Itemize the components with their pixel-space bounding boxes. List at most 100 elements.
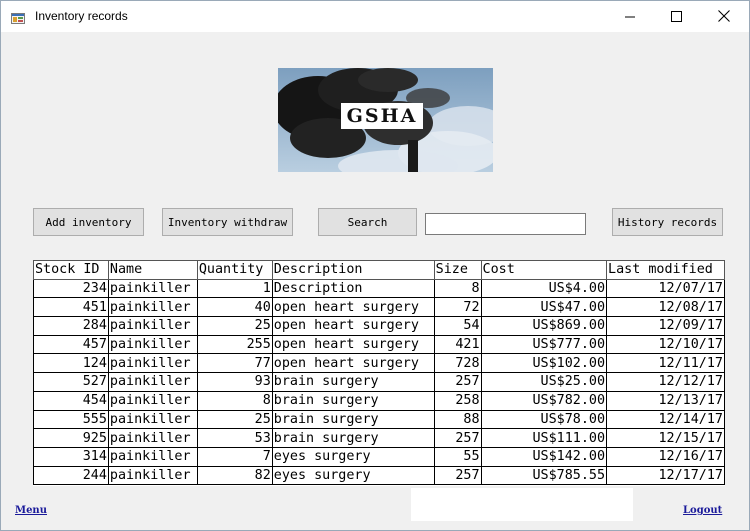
cell-stock-id[interactable]: 925 [33,428,109,448]
cell-name[interactable]: painkiller [107,316,198,336]
cell-description[interactable]: open heart surgery [271,353,435,374]
column-header-quantity[interactable]: Quantity [196,260,273,280]
cell-name[interactable]: painkiller [107,353,198,374]
cell-cost[interactable]: US$78.00 [480,409,608,430]
cell-stock-id[interactable]: 451 [33,297,109,318]
cell-name[interactable]: painkiller [107,334,198,355]
cell-cost[interactable]: US$111.00 [480,428,608,448]
history-records-button[interactable]: History records [612,208,723,236]
logout-link[interactable]: Logout [683,505,722,516]
table-row[interactable]: 244 painkiller 82 eyes surgery 257 US$785.55 1… [33,465,725,486]
column-header-last-modified[interactable]: Last modified [606,260,725,280]
cell-last-modified[interactable]: 12/07/17 [606,278,725,299]
close-button[interactable] [701,1,747,32]
cell-stock-id[interactable]: 234 [33,278,109,299]
cell-size[interactable]: 257 [433,372,482,392]
cell-cost[interactable]: US$869.00 [480,316,608,336]
cell-cost[interactable]: US$102.00 [480,353,608,374]
cell-last-modified[interactable]: 12/08/17 [606,297,725,318]
cell-description[interactable]: open heart surgery [271,316,435,336]
cell-size[interactable]: 421 [433,334,482,355]
cell-stock-id[interactable]: 555 [33,409,109,430]
cell-name[interactable]: painkiller [107,278,198,299]
cell-name[interactable]: painkiller [107,390,198,411]
cell-quantity[interactable]: 1 [196,278,273,299]
column-header-stock-id[interactable]: Stock ID [33,260,109,280]
cell-description[interactable]: eyes surgery [271,446,435,467]
cell-quantity[interactable]: 93 [196,372,273,392]
table-row[interactable]: 527 painkiller 93 brain surgery 257 US$25.00 1… [33,372,725,392]
column-header-size[interactable]: Size [433,260,482,280]
cell-description[interactable]: open heart surgery [271,334,435,355]
add-inventory-button[interactable]: Add inventory [33,208,144,236]
cell-size[interactable]: 257 [433,465,482,486]
maximize-button[interactable] [653,1,699,32]
cell-cost[interactable]: US$777.00 [480,334,608,355]
table-row[interactable]: 451 painkiller 40 open heart surgery 72 US$47… [33,297,725,318]
cell-stock-id[interactable]: 527 [33,372,109,392]
cell-cost[interactable]: US$142.00 [480,446,608,467]
inventory-withdraw-button[interactable]: Inventory withdraw [162,208,293,236]
cell-name[interactable]: painkiller [107,409,198,430]
cell-description[interactable]: brain surgery [271,428,435,448]
cell-description[interactable]: brain surgery [271,372,435,392]
cell-size[interactable]: 54 [433,316,482,336]
cell-quantity[interactable]: 7 [196,446,273,467]
cell-last-modified[interactable]: 12/17/17 [606,465,725,486]
cell-last-modified[interactable]: 12/11/17 [606,353,725,374]
cell-stock-id[interactable]: 314 [33,446,109,467]
cell-last-modified[interactable]: 12/10/17 [606,334,725,355]
search-input[interactable] [425,213,586,235]
cell-quantity[interactable]: 53 [196,428,273,448]
cell-size[interactable]: 55 [433,446,482,467]
cell-name[interactable]: painkiller [107,465,198,486]
cell-quantity[interactable]: 8 [196,390,273,411]
cell-stock-id[interactable]: 457 [33,334,109,355]
cell-last-modified[interactable]: 12/14/17 [606,409,725,430]
cell-stock-id[interactable]: 124 [33,353,109,374]
cell-cost[interactable]: US$4.00 [480,278,608,299]
cell-quantity[interactable]: 25 [196,409,273,430]
cell-stock-id[interactable]: 454 [33,390,109,411]
cell-size[interactable]: 72 [433,297,482,318]
cell-description[interactable]: brain surgery [271,409,435,430]
table-row[interactable]: 234 painkiller 1 Description 8 US$4.00 12/07/1… [33,278,725,299]
column-header-description[interactable]: Description [271,260,435,280]
cell-name[interactable]: painkiller [107,428,198,448]
cell-last-modified[interactable]: 12/12/17 [606,372,725,392]
inventory-grid[interactable]: Stock ID Name Quantity Description Size Cost L… [33,260,725,486]
cell-size[interactable]: 728 [433,353,482,374]
cell-last-modified[interactable]: 12/16/17 [606,446,725,467]
cell-quantity[interactable]: 25 [196,316,273,336]
cell-name[interactable]: painkiller [107,372,198,392]
cell-description[interactable]: open heart surgery [271,297,435,318]
cell-size[interactable]: 88 [433,409,482,430]
minimize-button[interactable] [607,1,653,32]
cell-quantity[interactable]: 77 [196,353,273,374]
cell-cost[interactable]: US$785.55 [480,465,608,486]
cell-quantity[interactable]: 40 [196,297,273,318]
cell-description[interactable]: brain surgery [271,390,435,411]
cell-name[interactable]: painkiller [107,297,198,318]
table-row[interactable]: 124 painkiller 77 open heart surgery 728 US$1… [33,353,725,374]
cell-last-modified[interactable]: 12/15/17 [606,428,725,448]
column-header-cost[interactable]: Cost [480,260,608,280]
cell-description[interactable]: Description [271,278,435,299]
cell-name[interactable]: painkiller [107,446,198,467]
cell-quantity[interactable]: 82 [196,465,273,486]
table-row[interactable]: 454 painkiller 8 brain surgery 258 US$782.00 1… [33,390,725,411]
cell-stock-id[interactable]: 284 [33,316,109,336]
cell-quantity[interactable]: 255 [196,334,273,355]
cell-description[interactable]: eyes surgery [271,465,435,486]
table-row[interactable]: 457 painkiller 255 open heart surgery 421 US$… [33,334,725,355]
table-row[interactable]: 314 painkiller 7 eyes surgery 55 US$142.00 12/… [33,446,725,467]
cell-cost[interactable]: US$782.00 [480,390,608,411]
table-row[interactable]: 925 painkiller 53 brain surgery 257 US$111.00… [33,428,725,448]
column-header-name[interactable]: Name [107,260,198,280]
cell-cost[interactable]: US$47.00 [480,297,608,318]
cell-last-modified[interactable]: 12/13/17 [606,390,725,411]
menu-link[interactable]: Menu [15,505,47,516]
cell-last-modified[interactable]: 12/09/17 [606,316,725,336]
cell-size[interactable]: 257 [433,428,482,448]
table-row[interactable]: 555 painkiller 25 brain surgery 88 US$78.00 12… [33,409,725,430]
